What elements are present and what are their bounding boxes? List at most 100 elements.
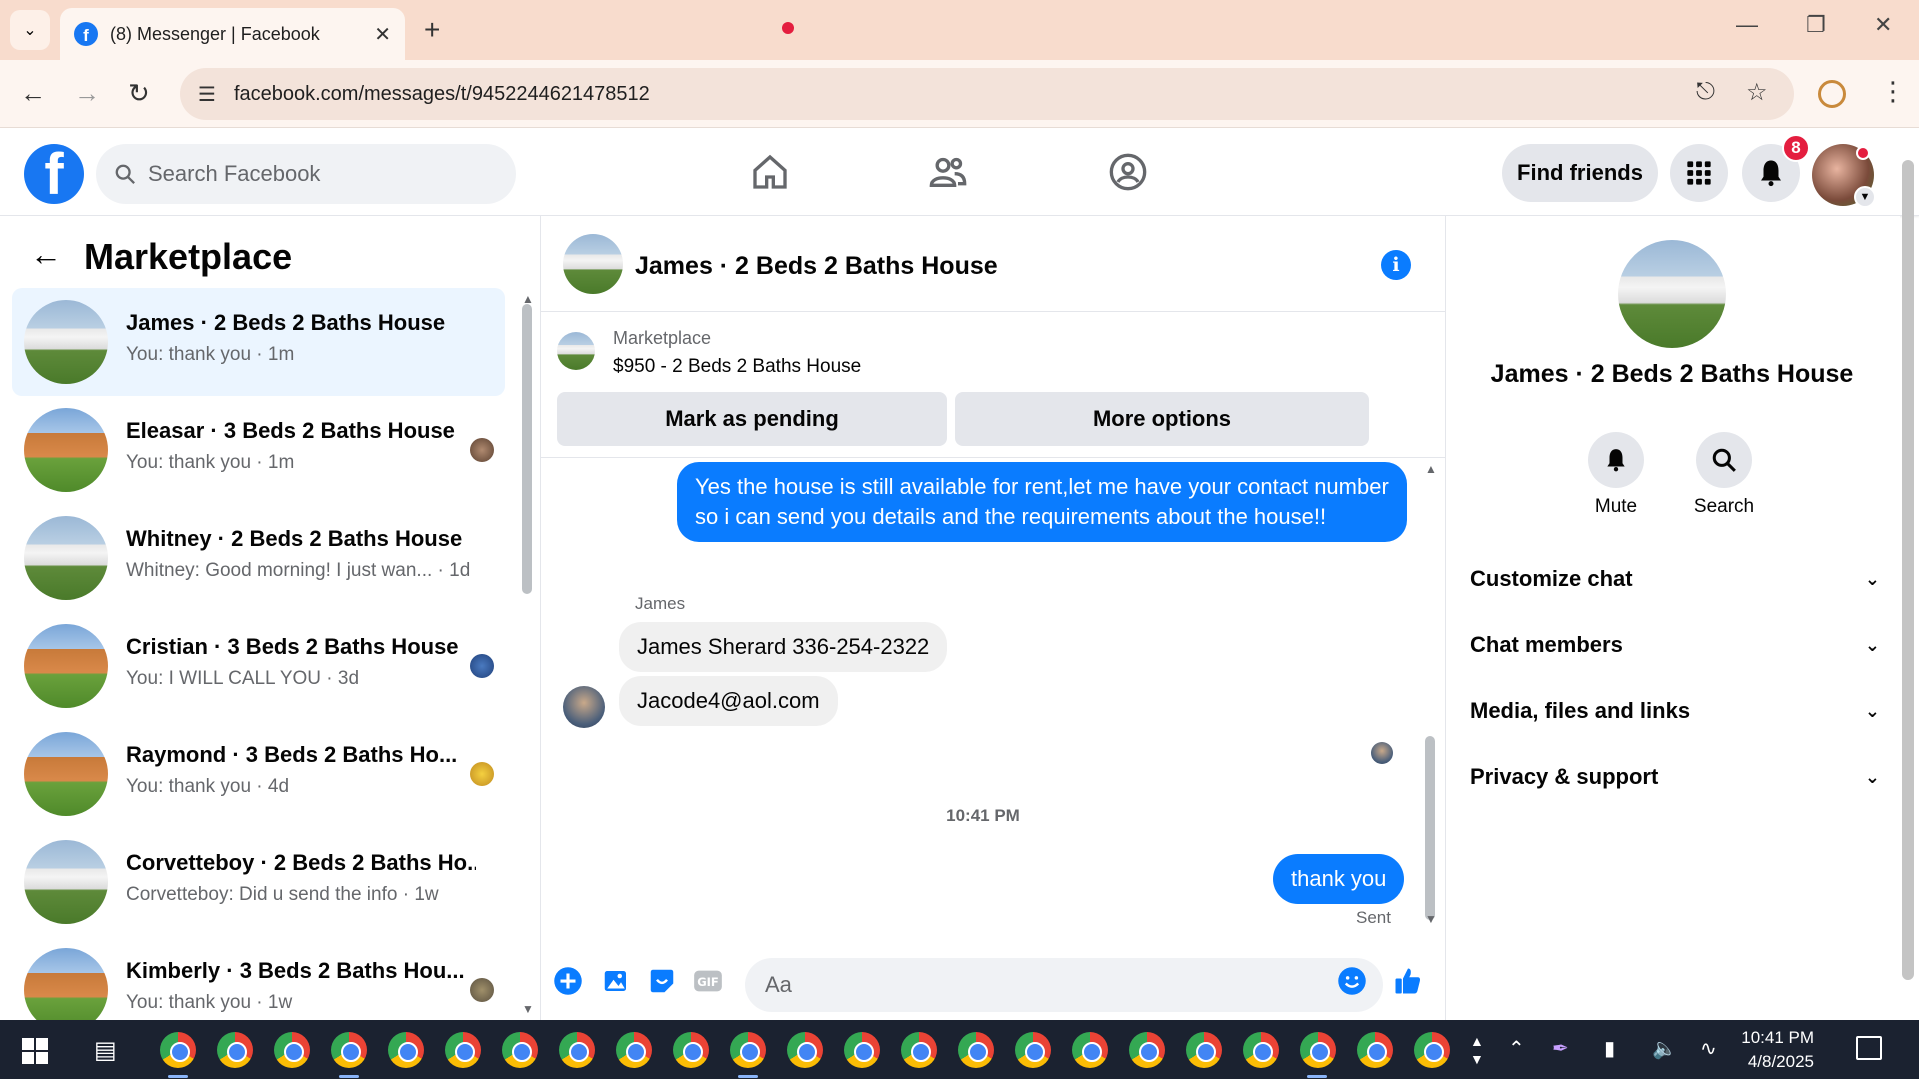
photo-icon[interactable] [601,966,631,996]
conversation-item[interactable]: Corvetteboy · 2 Beds 2 Baths Ho... Corve… [12,828,505,936]
notification-center-icon[interactable] [1856,1036,1882,1060]
chrome-icon[interactable] [445,1032,481,1068]
outgoing-message[interactable]: thank you [1273,854,1405,904]
listing-thumbnail[interactable] [557,332,595,370]
reload-icon[interactable]: ↻ [128,78,150,109]
chrome-icon[interactable] [274,1032,310,1068]
privacy-support-section[interactable]: Privacy & support ⌄ [1470,752,1880,802]
chat-members-section[interactable]: Chat members ⌄ [1470,620,1880,670]
back-arrow-icon[interactable]: ← [30,236,62,273]
chrome-icon[interactable] [1300,1032,1336,1068]
chat-title[interactable]: James · 2 Beds 2 Baths House [635,252,998,281]
address-bar[interactable]: ☰ facebook.com/messages/t/94522446214785… [180,68,1794,120]
conversation-item[interactable]: James · 2 Beds 2 Baths House You: thank … [12,288,505,396]
details-avatar[interactable] [1618,240,1726,348]
facebook-search[interactable] [96,144,516,204]
info-icon[interactable]: i [1381,250,1411,280]
feather-app-icon[interactable]: ✒ [1552,1036,1569,1061]
forward-icon[interactable]: → [74,78,100,109]
tab-search-button[interactable]: ⌄ [10,10,50,50]
more-options-button[interactable]: More options [955,392,1369,446]
chrome-icon[interactable] [958,1032,994,1068]
page-scrollbar[interactable] [1902,160,1914,980]
close-window-icon[interactable]: ✕ [1874,12,1892,38]
sender-avatar[interactable] [563,686,605,728]
search-input[interactable] [148,161,468,187]
chat-scrollbar[interactable] [1425,736,1435,920]
conversation-avatar [24,840,108,924]
browser-profile-icon[interactable] [1818,80,1846,108]
conversation-item[interactable]: Cristian · 3 Beds 2 Baths House You: I W… [12,612,505,720]
thumbs-up-icon[interactable] [1393,966,1423,996]
outgoing-message[interactable]: Yes the house is still available for ren… [677,462,1407,542]
chrome-icon[interactable] [730,1032,766,1068]
chrome-icon[interactable] [331,1032,367,1068]
back-icon[interactable]: ← [20,78,46,109]
conversation-item[interactable]: Eleasar · 3 Beds 2 Baths House You: than… [12,396,505,504]
chrome-icon[interactable] [217,1032,253,1068]
find-friends-button[interactable]: Find friends [1502,144,1658,202]
taskbar-scroll-icon[interactable]: ▲ ▼ [1470,1032,1484,1068]
left-scrollbar[interactable] [522,304,532,594]
chrome-icon[interactable] [559,1032,595,1068]
conversation-item[interactable]: Kimberly · 3 Beds 2 Baths Hou... You: th… [12,936,505,1020]
windows-start-icon[interactable] [22,1038,48,1064]
battery-icon[interactable]: ▮ [1604,1036,1615,1061]
network-icon[interactable]: ∿ [1700,1036,1717,1061]
message-input[interactable] [745,958,1383,1012]
chat-scroll-up-icon[interactable]: ▲ [1425,462,1437,476]
windows-taskbar: ▤ ▲ ▼ ⌃ ✒ ▮ 🔈 ∿ 10:41 PM 4/8/2025 [0,1020,1919,1079]
chrome-icon[interactable] [388,1032,424,1068]
account-chevron-down-icon[interactable]: ▼ [1854,186,1876,208]
task-view-icon[interactable]: ▤ [94,1036,117,1065]
emoji-icon[interactable] [1337,966,1367,996]
media-files-links-section[interactable]: Media, files and links ⌄ [1470,686,1880,736]
new-tab-icon[interactable]: + [424,14,440,46]
bookmark-star-icon[interactable]: ☆ [1746,78,1768,107]
chrome-icon[interactable] [1357,1032,1393,1068]
chrome-icon[interactable] [1015,1032,1051,1068]
incoming-message[interactable]: Jacode4@aol.com [619,676,838,726]
tab-close-icon[interactable]: ✕ [374,22,391,47]
plus-circle-icon[interactable] [553,966,583,996]
chat-avatar[interactable] [563,234,623,294]
customize-chat-section[interactable]: Customize chat ⌄ [1470,554,1880,604]
chat-scroll-down-icon[interactable]: ▼ [1425,912,1437,926]
install-app-icon[interactable]: ⎋ [1696,78,1715,106]
menu-grid-icon[interactable] [1670,144,1728,202]
restore-icon[interactable]: ❐ [1806,12,1826,38]
show-hidden-icons[interactable]: ⌃ [1508,1036,1525,1061]
chrome-icon[interactable] [1186,1032,1222,1068]
search-chat-button[interactable]: Search [1674,432,1774,518]
chrome-icon[interactable] [1414,1032,1450,1068]
chrome-icon[interactable] [901,1032,937,1068]
site-settings-icon[interactable]: ☰ [198,82,216,107]
conversation-item[interactable]: Whitney · 2 Beds 2 Baths House Whitney: … [12,504,505,612]
chrome-icon[interactable] [787,1032,823,1068]
chrome-icon[interactable] [1243,1032,1279,1068]
incoming-message[interactable]: James Sherard 336-254-2322 [619,622,948,672]
chrome-icon[interactable] [844,1032,880,1068]
groups-icon[interactable] [1106,150,1150,194]
mark-as-pending-button[interactable]: Mark as pending [557,392,947,446]
chrome-icon[interactable] [160,1032,196,1068]
chrome-icon[interactable] [1072,1032,1108,1068]
browser-tab[interactable]: f (8) Messenger | Facebook ✕ [60,8,405,60]
chrome-icon[interactable] [616,1032,652,1068]
chrome-icon[interactable] [1129,1032,1165,1068]
home-icon[interactable] [748,150,792,194]
chrome-icon[interactable] [502,1032,538,1068]
listing-price[interactable]: $950 - 2 Beds 2 Baths House [613,356,861,378]
facebook-logo[interactable]: f [24,144,84,204]
volume-icon[interactable]: 🔈 [1652,1036,1677,1061]
minimize-icon[interactable]: — [1736,12,1758,38]
gif-icon[interactable]: GIF [693,966,723,996]
system-clock[interactable]: 10:41 PM 4/8/2025 [1724,1026,1814,1074]
conversation-item[interactable]: Raymond · 3 Beds 2 Baths Ho... You: than… [12,720,505,828]
chrome-icon[interactable] [673,1032,709,1068]
scroll-down-icon[interactable]: ▼ [522,1002,534,1016]
mute-button[interactable]: Mute [1566,432,1666,518]
browser-menu-icon[interactable]: ⋮ [1880,76,1906,107]
friends-icon[interactable] [926,150,970,194]
sticker-icon[interactable] [647,966,677,996]
